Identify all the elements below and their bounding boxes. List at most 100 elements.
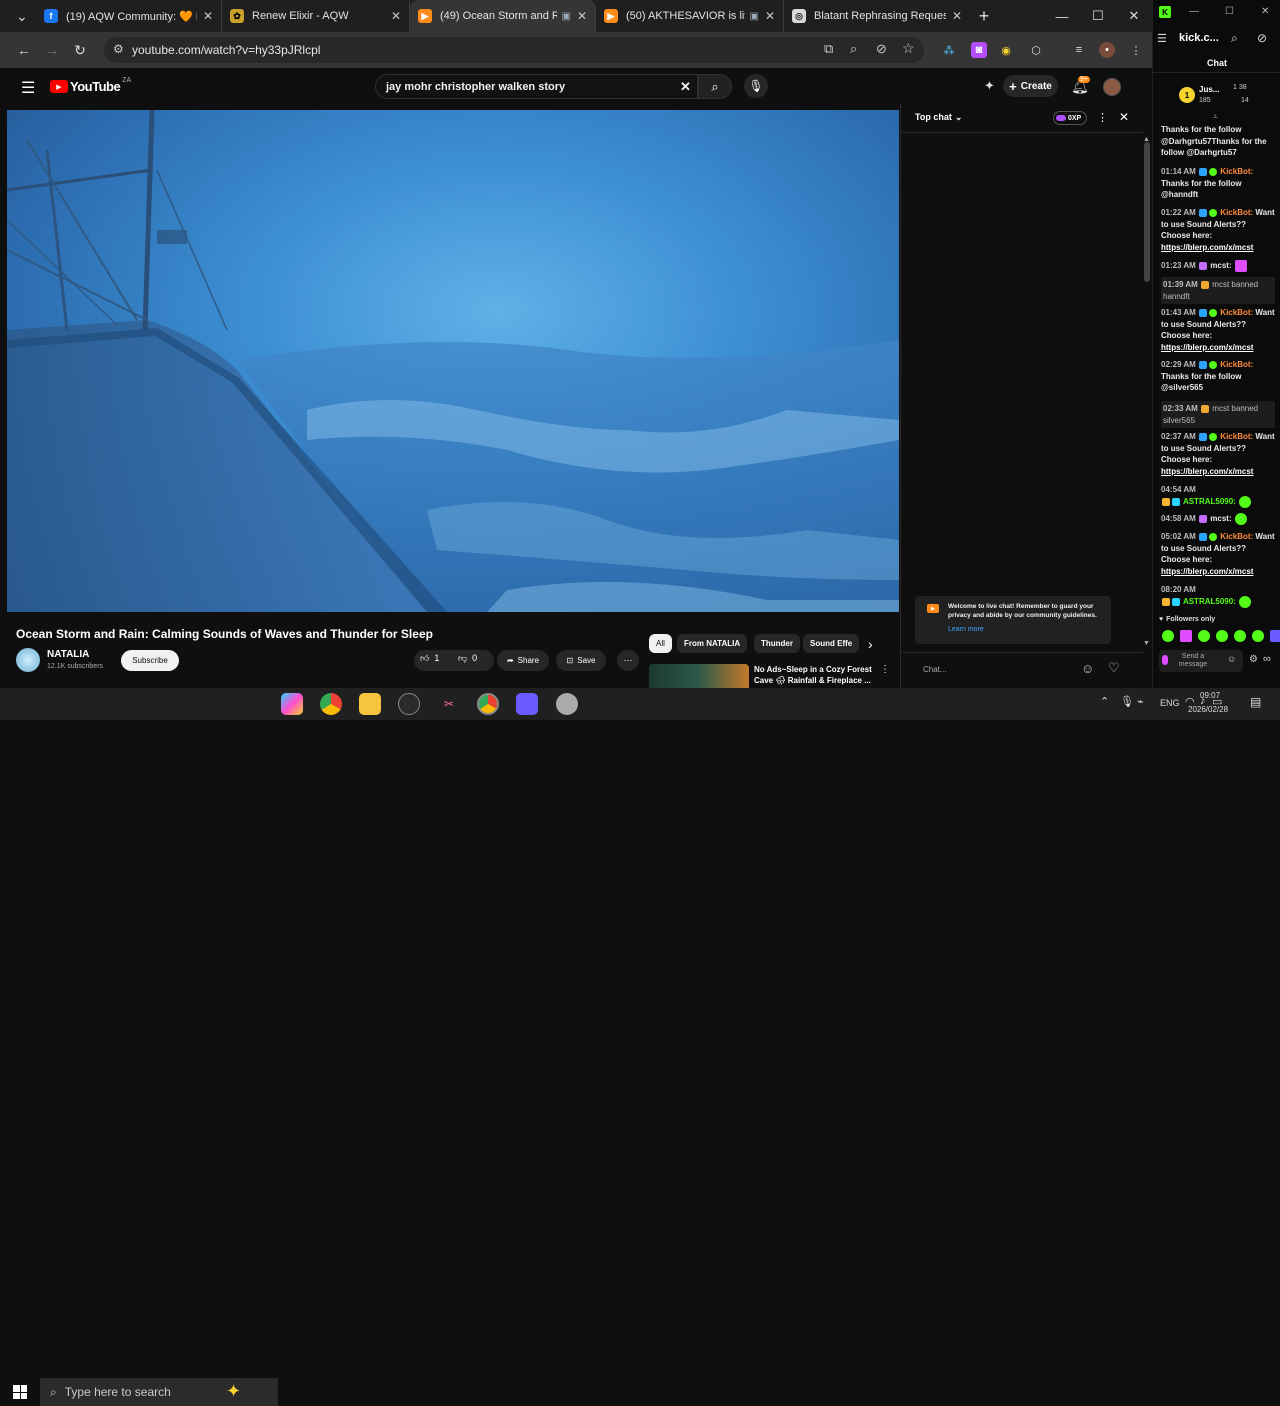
youtube-logo[interactable]: ▶ YouTube ZA — [50, 77, 131, 94]
emote-icon[interactable] — [1252, 630, 1264, 642]
scroll-down-icon[interactable]: ▼ — [1143, 640, 1150, 647]
visual-studio-icon[interactable] — [516, 693, 538, 715]
emoji-picker-icon[interactable]: ☺ — [1227, 654, 1236, 664]
close-tab-icon[interactable]: ✕ — [952, 9, 962, 23]
tab-akthesavior[interactable]: ▶ (50) AKTHESAVIOR is live! ▣ ✕ — [596, 0, 784, 32]
back-icon[interactable]: ← — [10, 36, 38, 64]
message-user[interactable]: ASTRAL5090: — [1183, 597, 1236, 606]
video-player[interactable] — [7, 110, 899, 612]
close-tab-icon[interactable]: ✕ — [203, 9, 213, 23]
site-info-icon[interactable]: ⚙ — [113, 42, 124, 56]
extension-yellow-icon[interactable]: ◉ — [998, 42, 1014, 58]
extensions-puzzle-icon[interactable]: ⬡ — [1028, 42, 1044, 58]
kick-minimize-icon[interactable]: — — [1189, 6, 1199, 17]
like-button[interactable]: 👍︎ 1 — [420, 653, 439, 664]
message-user[interactable]: KickBot: — [1220, 532, 1253, 541]
chat-scrollbar[interactable] — [1144, 142, 1150, 282]
close-tab-icon[interactable]: ✕ — [577, 9, 587, 23]
kick-maximize-icon[interactable]: ☐ — [1225, 6, 1234, 17]
voice-search-button[interactable]: 🎙 — [744, 74, 768, 98]
kick-close-icon[interactable]: ✕ — [1261, 6, 1269, 17]
hamburger-menu-icon[interactable]: ☰ — [21, 78, 35, 98]
dislike-button[interactable]: 👎︎ 0 — [458, 653, 477, 664]
top-chat-selector[interactable]: Top chat ⌄ — [915, 112, 962, 123]
tab-search-chevron-icon[interactable]: ⌄ — [8, 2, 36, 30]
message-user[interactable]: KickBot: — [1220, 167, 1253, 176]
file-explorer-icon[interactable] — [359, 693, 381, 715]
emote-icon[interactable] — [1180, 630, 1192, 642]
media-control-icon[interactable]: ≡ — [1071, 42, 1087, 58]
notification-center-icon[interactable]: ▤ — [1250, 695, 1261, 709]
emote-icon[interactable] — [1270, 630, 1280, 642]
cast-media-icon[interactable]: ▣ — [561, 11, 570, 22]
recommendation-title[interactable]: No Ads~Sleep in a Cozy Forest Cave 🌧 Rai… — [754, 664, 876, 686]
message-link[interactable]: https://blerp.com/x/mcst — [1161, 243, 1253, 252]
message-user[interactable]: KickBot: — [1220, 208, 1253, 217]
forward-icon[interactable]: → — [38, 36, 66, 64]
kick-send-message-input[interactable]: Send a message ☺ — [1159, 650, 1243, 672]
extension-purple-icon[interactable]: ◙ — [971, 42, 987, 58]
new-tab-icon[interactable]: + — [970, 2, 998, 30]
emote-icon[interactable] — [1234, 630, 1246, 642]
message-user[interactable]: mcst — [1212, 404, 1229, 413]
browser-menu-icon[interactable]: ⋮ — [1128, 42, 1144, 58]
message-user[interactable]: mcst: — [1210, 261, 1231, 270]
message-user[interactable]: mcst — [1212, 280, 1229, 289]
tray-chevron-icon[interactable]: ⌃ — [1100, 695, 1109, 708]
scroll-up-icon[interactable]: ▲ — [1143, 136, 1150, 143]
subscribe-button[interactable]: Subscribe — [121, 650, 179, 671]
reload-icon[interactable]: ↻ — [66, 36, 94, 64]
emote-quick-bar[interactable] — [1161, 630, 1280, 642]
tab-blatant-rephrasing[interactable]: ◎ Blatant Rephrasing Request ✕ — [784, 0, 970, 32]
extension-translate-icon[interactable]: ⁂ — [941, 42, 957, 58]
channel-avatar[interactable] — [16, 648, 40, 672]
bookmark-star-icon[interactable]: ☆ — [902, 40, 915, 57]
chip-all[interactable]: All — [649, 634, 672, 653]
message-user[interactable]: KickBot: — [1220, 432, 1253, 441]
copilot-icon[interactable] — [281, 693, 303, 715]
pinned-user-card[interactable]: 1 Jus... 1 38 185 14 — [1179, 84, 1279, 110]
message-user[interactable]: mcst: — [1210, 514, 1231, 523]
profile-avatar-icon[interactable]: • — [1099, 42, 1115, 58]
address-bar[interactable]: ⚙ youtube.com/watch?v=hy33pJRlcpl ⧉ ⌕ ⊘ … — [104, 37, 924, 63]
eye-off-icon[interactable]: ⊘ — [876, 41, 887, 57]
save-button[interactable]: ⊡ Save — [556, 650, 606, 671]
chrome-alt-icon[interactable] — [477, 693, 499, 715]
message-user[interactable]: ASTRAL5090: — [1183, 497, 1236, 506]
close-tab-icon[interactable]: ✕ — [391, 9, 401, 23]
emoji-icon[interactable]: ☺ — [1081, 661, 1094, 676]
kick-settings-icon[interactable]: ⚙ — [1249, 654, 1258, 665]
close-chat-icon[interactable]: ✕ — [1119, 110, 1129, 124]
zoom-icon[interactable]: ⌕ — [850, 41, 857, 57]
create-button[interactable]: + Create — [1003, 75, 1058, 97]
steam-icon[interactable] — [398, 693, 420, 715]
message-link[interactable]: https://blerp.com/x/mcst — [1161, 567, 1253, 576]
windows-start-icon[interactable] — [13, 1385, 27, 1399]
learn-more-link[interactable]: Learn more — [948, 626, 984, 633]
app-circle-icon[interactable] — [556, 693, 578, 715]
minimize-icon[interactable]: — — [1044, 0, 1080, 32]
tab-renew-elixir[interactable]: ✿ Renew Elixir - AQW ✕ — [222, 0, 410, 32]
xp-badge[interactable]: 0XP — [1053, 111, 1087, 125]
chip-from-natalia[interactable]: From NATALIA — [677, 634, 748, 653]
chip-sound-effects[interactable]: Sound Effe — [803, 634, 859, 653]
channel-name[interactable]: NATALIA — [47, 649, 89, 660]
kick-logo-icon[interactable]: K — [1159, 6, 1171, 18]
chat-input[interactable]: Chat... — [915, 660, 1081, 678]
chrome-icon[interactable] — [320, 693, 342, 715]
cast-media-icon[interactable]: ▣ — [749, 11, 758, 22]
maximize-icon[interactable]: ☐ — [1080, 0, 1116, 32]
message-user[interactable]: KickBot: — [1220, 308, 1253, 317]
clear-search-icon[interactable]: ✕ — [680, 79, 691, 95]
close-window-icon[interactable]: ✕ — [1116, 0, 1152, 32]
kick-eye-off-icon[interactable]: ⊘ — [1257, 31, 1267, 45]
recommendation-thumbnail[interactable] — [649, 664, 749, 688]
chevron-right-icon[interactable]: › — [868, 636, 873, 652]
message-link[interactable]: https://blerp.com/x/mcst — [1161, 343, 1253, 352]
snipping-tool-icon[interactable]: ✂ — [438, 693, 460, 715]
message-link[interactable]: https://blerp.com/x/mcst — [1161, 467, 1253, 476]
chip-thunder[interactable]: Thunder — [754, 634, 800, 653]
chat-menu-icon[interactable]: ⋮ — [1097, 111, 1108, 124]
user-avatar[interactable] — [1103, 78, 1121, 96]
share-button[interactable]: ➦ Share — [497, 650, 549, 671]
